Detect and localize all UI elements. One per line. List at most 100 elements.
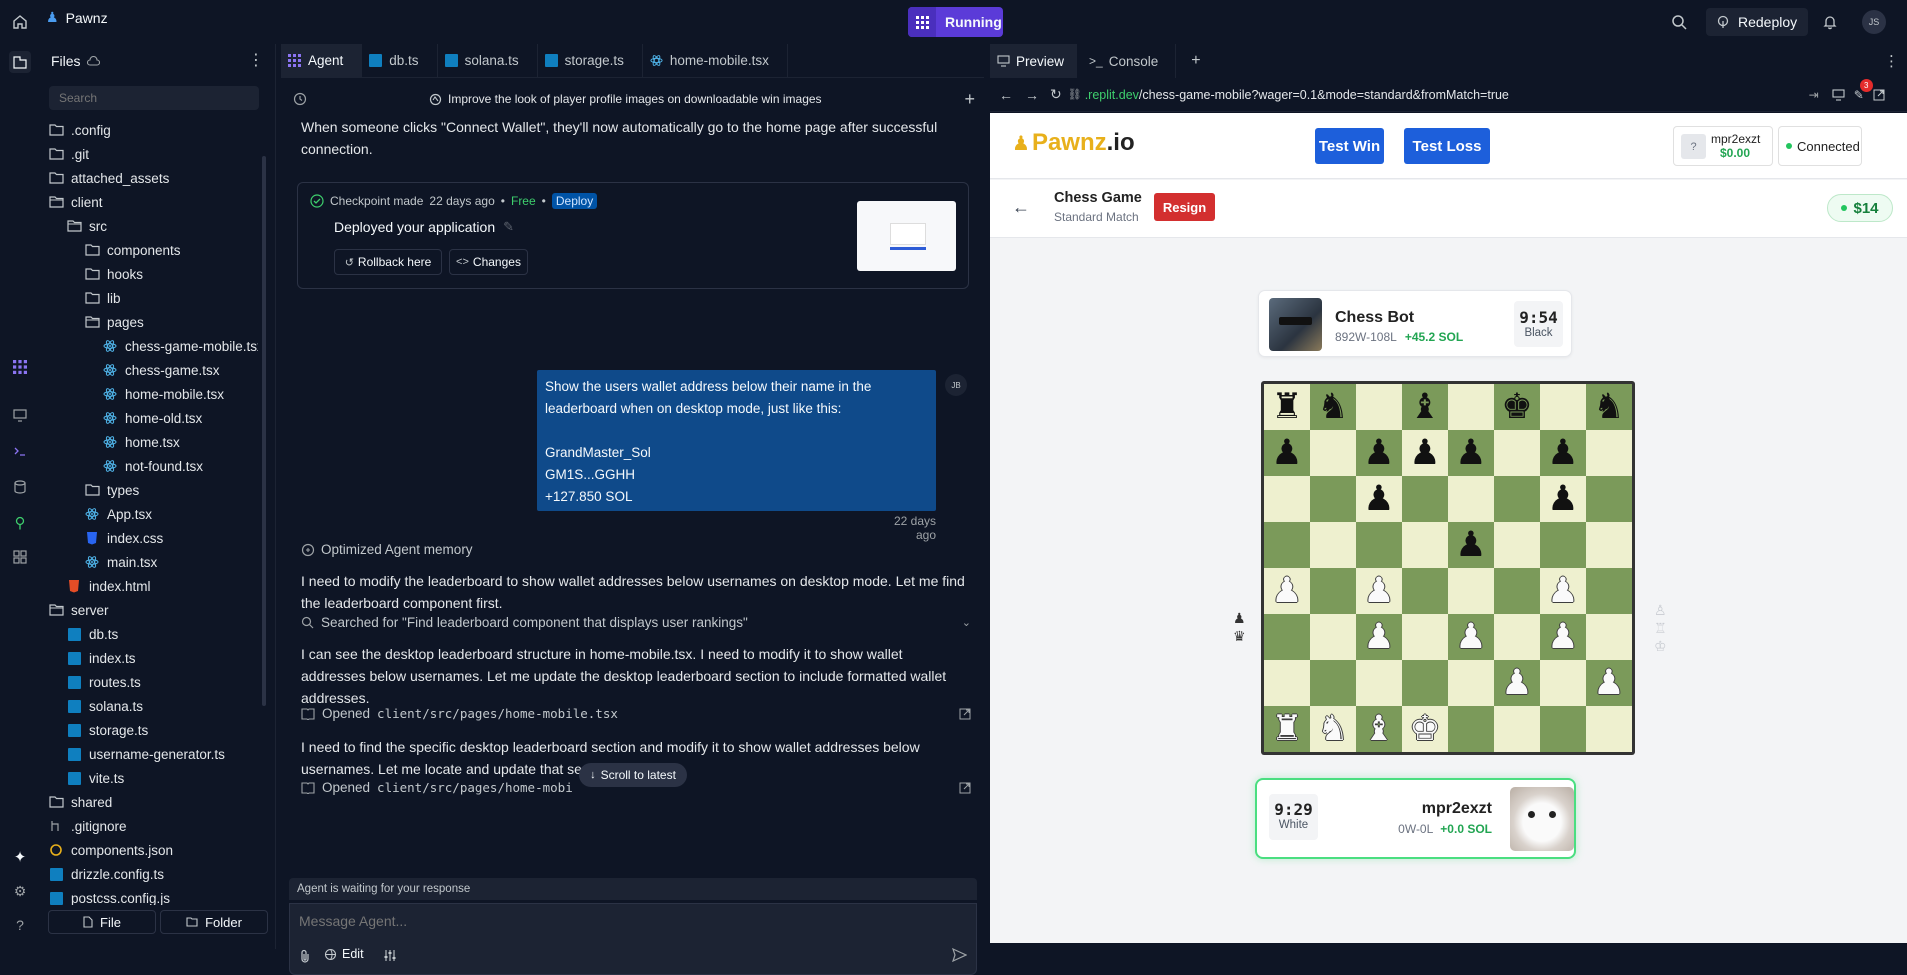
app-logo[interactable]: ♟ Pawnz .io — [1012, 129, 1135, 157]
board-square[interactable] — [1540, 522, 1586, 568]
tree-file[interactable]: home.tsx — [48, 430, 258, 454]
board-square[interactable] — [1586, 568, 1632, 614]
black-pawn-icon[interactable]: ♟ — [1271, 435, 1302, 471]
board-square[interactable] — [1586, 706, 1632, 752]
url-field[interactable]: ⛓ .replit.dev /chess-game-mobile?wager=0… — [1068, 83, 1819, 107]
white-knight-icon[interactable]: ♞ — [1317, 711, 1348, 747]
run-button[interactable]: Running — [908, 7, 1003, 37]
board-square[interactable]: ♟ — [1356, 476, 1402, 522]
tree-file[interactable]: solana.ts — [48, 694, 258, 718]
tree-file[interactable]: chess-game-mobile.tsx — [48, 334, 258, 358]
tree-file[interactable]: main.tsx — [48, 550, 258, 574]
thread-title[interactable]: Improve the look of player profile image… — [448, 92, 822, 106]
console-icon[interactable] — [9, 440, 31, 462]
tree-scrollbar[interactable] — [262, 156, 266, 706]
board-square[interactable]: ♟ — [1540, 568, 1586, 614]
chevron-down-icon[interactable]: ⌄ — [962, 616, 971, 629]
tab-db-ts[interactable]: db.ts — [362, 43, 438, 78]
board-square[interactable]: ♚ — [1494, 384, 1540, 430]
black-pawn-icon[interactable]: ♟ — [1363, 435, 1394, 471]
white-bishop-icon[interactable]: ♝ — [1363, 711, 1394, 747]
board-square[interactable] — [1402, 568, 1448, 614]
tree-file[interactable]: App.tsx — [48, 502, 258, 526]
board-square[interactable] — [1310, 522, 1356, 568]
tree-folder[interactable]: server — [48, 598, 258, 622]
tab-solana-ts[interactable]: solana.ts — [438, 43, 538, 78]
checkpoint-thumbnail[interactable] — [857, 201, 956, 271]
open-external-icon[interactable] — [959, 708, 971, 720]
board-square[interactable] — [1448, 706, 1494, 752]
tab-preview[interactable]: Preview — [990, 44, 1078, 78]
tree-folder[interactable]: attached_assets — [48, 166, 258, 190]
board-square[interactable] — [1540, 384, 1586, 430]
board-square[interactable] — [1494, 522, 1540, 568]
board-square[interactable]: ♟ — [1448, 614, 1494, 660]
board-square[interactable]: ♜ — [1264, 384, 1310, 430]
board-square[interactable] — [1448, 568, 1494, 614]
tree-folder[interactable]: lib — [48, 286, 258, 310]
tree-file[interactable]: storage.ts — [48, 718, 258, 742]
board-square[interactable] — [1494, 568, 1540, 614]
files-search-input[interactable] — [49, 86, 259, 110]
back-icon[interactable]: ← — [999, 87, 1013, 103]
tree-file[interactable]: chess-game.tsx — [48, 358, 258, 382]
edit-mode-button[interactable]: Edit — [324, 947, 364, 961]
white-pawn-icon[interactable]: ♟ — [1363, 619, 1394, 655]
tree-folder[interactable]: types — [48, 478, 258, 502]
board-square[interactable] — [1310, 568, 1356, 614]
board-square[interactable]: ♞ — [1310, 384, 1356, 430]
board-square[interactable]: ♟ — [1586, 660, 1632, 706]
board-square[interactable] — [1448, 384, 1494, 430]
board-square[interactable] — [1402, 476, 1448, 522]
user-avatar[interactable]: JS — [1862, 10, 1886, 34]
board-square[interactable] — [1402, 614, 1448, 660]
resign-button[interactable]: Resign — [1154, 193, 1215, 221]
tree-file[interactable]: index.ts — [48, 646, 258, 670]
black-knight-icon[interactable]: ♞ — [1317, 389, 1348, 425]
black-bishop-icon[interactable]: ♝ — [1409, 389, 1440, 425]
board-square[interactable]: ♟ — [1448, 522, 1494, 568]
agent-icon[interactable] — [9, 356, 31, 378]
tree-file[interactable]: postcss.config.js — [48, 886, 258, 905]
board-square[interactable] — [1540, 706, 1586, 752]
new-folder-button[interactable]: Folder — [160, 910, 268, 934]
white-rook-icon[interactable]: ♜ — [1271, 711, 1302, 747]
history-icon[interactable] — [293, 92, 307, 106]
board-square[interactable] — [1356, 660, 1402, 706]
board-square[interactable] — [1586, 522, 1632, 568]
black-rook-icon[interactable]: ♜ — [1271, 389, 1302, 425]
board-square[interactable] — [1494, 706, 1540, 752]
board-square[interactable] — [1356, 384, 1402, 430]
black-knight-icon[interactable]: ♞ — [1593, 389, 1624, 425]
sparkle-icon[interactable]: ✦ — [9, 846, 31, 868]
redeploy-button[interactable]: Redeploy — [1706, 8, 1808, 36]
preview-icon[interactable] — [9, 404, 31, 426]
back-arrow-icon[interactable]: ← — [1012, 197, 1030, 218]
white-pawn-icon[interactable]: ♟ — [1547, 573, 1578, 609]
tree-folder[interactable]: client — [48, 190, 258, 214]
board-square[interactable] — [1402, 660, 1448, 706]
tree-file[interactable]: drizzle.config.ts — [48, 862, 258, 886]
board-square[interactable] — [1494, 476, 1540, 522]
board-square[interactable]: ♟ — [1402, 430, 1448, 476]
board-square[interactable]: ♟ — [1264, 568, 1310, 614]
tree-file[interactable]: .gitignore — [48, 814, 258, 838]
home-icon[interactable] — [10, 12, 30, 32]
tree-file[interactable]: home-old.tsx — [48, 406, 258, 430]
board-square[interactable]: ♟ — [1540, 430, 1586, 476]
board-square[interactable]: ♞ — [1310, 706, 1356, 752]
tree-file[interactable]: routes.ts — [48, 670, 258, 694]
tree-folder[interactable]: shared — [48, 790, 258, 814]
opened-file-row[interactable]: Opened client/src/pages/home-mobile.tsx — [301, 706, 971, 721]
white-pawn-icon[interactable]: ♟ — [1501, 665, 1532, 701]
black-king-icon[interactable]: ♚ — [1501, 389, 1532, 425]
tree-file[interactable]: home-mobile.tsx — [48, 382, 258, 406]
board-square[interactable]: ♟ — [1540, 476, 1586, 522]
tree-file[interactable]: not-found.tsx — [48, 454, 258, 478]
settings-icon[interactable]: ⚙ — [9, 880, 31, 902]
board-square[interactable] — [1586, 430, 1632, 476]
board-square[interactable] — [1310, 660, 1356, 706]
board-square[interactable] — [1310, 476, 1356, 522]
chess-board[interactable]: ♜ ♞ ♝ ♚ ♞ ♟ ♟ ♟ ♟ ♟ ♟ ♟ ♟ ♟ ♟ ♟ ♟ ♟ ♟ ♟ ♟ ♜ ♞ ♝ ♚ — [1261, 381, 1635, 755]
black-pawn-icon[interactable]: ♟ — [1455, 527, 1486, 563]
